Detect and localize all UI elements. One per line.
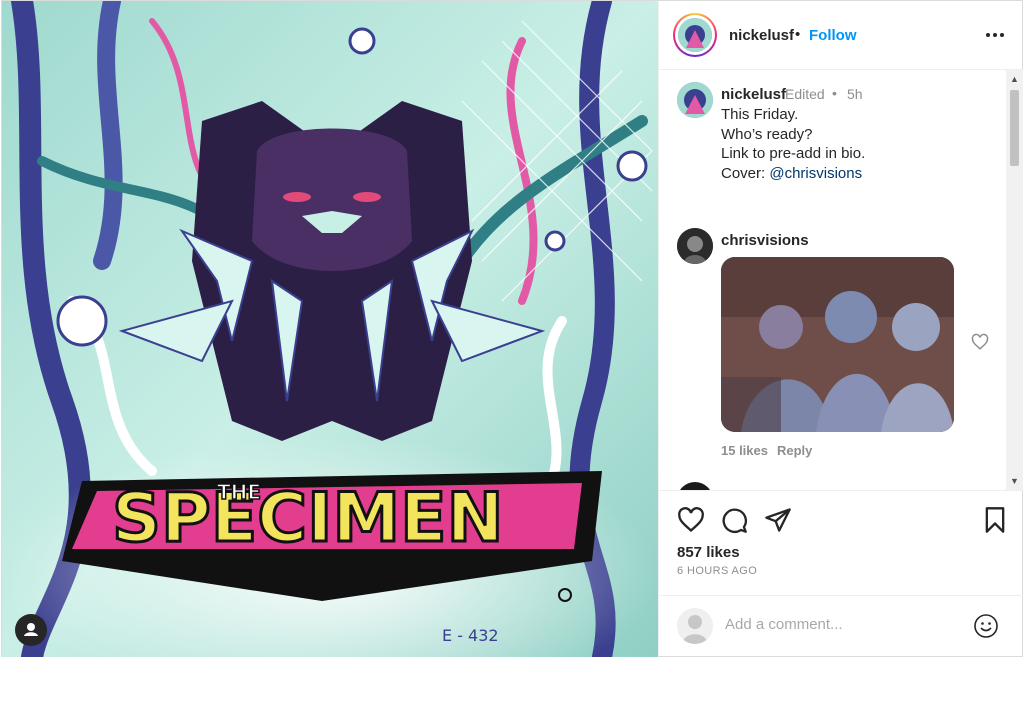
caption-cover-prefix: Cover: [721, 165, 770, 182]
post-actions: 857 likes 6 HOURS AGO [659, 490, 1023, 591]
caption-line: Link to pre-add in bio. [721, 145, 866, 162]
author-username[interactable]: nickelusf [729, 27, 794, 44]
post-time[interactable]: 6 HOURS AGO [677, 565, 757, 577]
scroll-thumb[interactable] [1010, 90, 1019, 166]
author-avatar[interactable] [673, 13, 717, 57]
heart-icon[interactable] [677, 506, 705, 534]
comment-avatar[interactable] [677, 228, 713, 264]
comment-username[interactable]: chrisvisions [721, 232, 809, 249]
save-icon[interactable] [981, 506, 1009, 534]
caption-username[interactable]: nickelusf [721, 86, 786, 103]
caption-time[interactable]: 5h [847, 86, 863, 102]
comments-scrollbar[interactable]: ▲ ▼ [1006, 70, 1023, 490]
current-user-avatar [677, 608, 713, 644]
comment-icon[interactable] [720, 506, 748, 534]
instagram-post: SPECIMEN THE E - 432 nickelusf • Follow … [1, 0, 1023, 657]
emoji-icon[interactable] [973, 613, 999, 639]
post-image[interactable]: SPECIMEN THE E - 432 [2, 1, 658, 657]
follow-button[interactable]: Follow [809, 27, 857, 44]
caption-line: This Friday. [721, 106, 799, 123]
comments-list[interactable]: nickelusf Edited • 5h This Friday. Who’s… [659, 70, 1023, 490]
comment-input[interactable] [725, 616, 955, 633]
comment-like-icon[interactable] [971, 333, 989, 351]
caption-separator: • [832, 85, 837, 101]
cover-tag-text: E - 432 [442, 626, 499, 645]
separator-dot: • [795, 26, 801, 43]
user-tag-icon[interactable] [15, 614, 47, 646]
post-header: nickelusf • Follow [659, 1, 1023, 70]
caption-cover-credit: Cover: @chrisvisions [721, 165, 862, 182]
comment-gif[interactable] [721, 257, 954, 432]
reply-button[interactable]: Reply [777, 443, 812, 458]
share-icon[interactable] [764, 506, 792, 534]
post-side-panel: nickelusf • Follow nickelusf Edited • 5h… [658, 1, 1023, 657]
cover-artwork: SPECIMEN THE E - 432 [2, 1, 658, 657]
caption-edited-label: Edited [785, 86, 825, 102]
cover-logo-text: SPECIMEN [112, 479, 504, 558]
caption-avatar[interactable] [677, 82, 713, 118]
more-icon[interactable] [982, 25, 1008, 45]
likes-count[interactable]: 857 likes [677, 544, 740, 561]
mention-link[interactable]: @chrisvisions [769, 165, 862, 182]
scroll-down-icon[interactable]: ▼ [1009, 475, 1020, 487]
next-comment-avatar[interactable] [677, 482, 713, 490]
comment-likes[interactable]: 15 likes [721, 443, 768, 458]
cover-logo-prefix: THE [217, 480, 261, 504]
scroll-up-icon[interactable]: ▲ [1009, 73, 1020, 85]
add-comment-bar [659, 595, 1023, 658]
caption-line: Who’s ready? [721, 126, 813, 143]
